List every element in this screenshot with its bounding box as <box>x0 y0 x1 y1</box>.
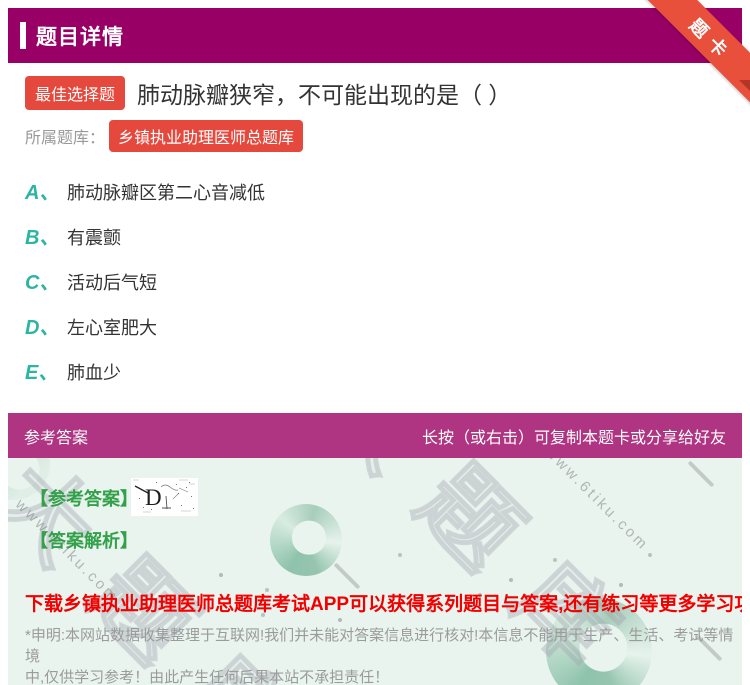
question-bank-row: 所属题库： 乡镇执业助理医师总题库 <box>25 120 304 152</box>
answer-panel: 大题库 大题库 www.6tiku.com www.6tiku.com 【参考答… <box>8 458 742 685</box>
option-c[interactable]: C、 活动后气短 <box>25 266 157 295</box>
answer-bar: 参考答案 长按（或右击）可复制本题卡或分享给好友 <box>8 413 742 458</box>
option-d-letter: D、 <box>25 317 60 339</box>
disclaimer-text: *申明:本网站数据收集整理于互联网!我们并未能对答案信息进行核对!本信息不能用于… <box>25 625 737 685</box>
option-d-text: 左心室肥大 <box>67 318 157 338</box>
option-d[interactable]: D、 左心室肥大 <box>25 311 157 340</box>
option-e-letter: E、 <box>25 362 59 384</box>
corner-ribbon: 题卡 <box>642 0 750 108</box>
option-a-text: 肺动脉瓣区第二心音减低 <box>67 183 265 203</box>
answer-value: D <box>145 485 162 510</box>
question-text: 肺动脉瓣狭窄，不可能出现的是（ ） <box>137 82 512 108</box>
watermark-slash <box>687 460 715 488</box>
option-e-text: 肺血少 <box>67 363 121 383</box>
ribbon-fold <box>739 80 750 91</box>
question-card-ribbon[interactable]: 题卡 <box>642 0 750 108</box>
question-row: 最佳选择题 肺动脉瓣狭窄，不可能出现的是（ ） <box>25 76 511 110</box>
option-b-text: 有震颤 <box>67 228 121 248</box>
option-c-text: 活动后气短 <box>67 273 157 293</box>
question-bank-label: 所属题库： <box>25 130 106 147</box>
disclaimer-line-1: *申明:本网站数据收集整理于互联网!我们并未能对答案信息进行核对!本信息不能用于… <box>25 627 734 665</box>
question-bank-link[interactable]: 乡镇执业助理医师总题库 <box>109 120 304 152</box>
option-e[interactable]: E、 肺血少 <box>25 356 121 385</box>
option-a-letter: A、 <box>25 182 60 204</box>
question-type-badge: 最佳选择题 <box>25 76 126 110</box>
watermark-url: www.6tiku.com <box>541 458 653 555</box>
watermark-slash <box>333 562 361 590</box>
disclaimer-line-2: 中,仅供学习参考！由此产生任何后果本站不承担责任！ <box>25 669 390 685</box>
page-header: 题目详情 <box>8 8 742 63</box>
option-c-letter: C、 <box>25 272 60 294</box>
answer-bar-title: 参考答案 <box>24 429 89 447</box>
app-download-promo-link[interactable]: 下载乡镇执业助理医师总题库考试APP可以获得系列题目与答案,还有练习等更多学习功… <box>25 589 742 616</box>
swirl-logo-medium <box>270 504 342 576</box>
option-b[interactable]: B、 有震颤 <box>25 221 121 250</box>
reference-answer-label: 【参考答案】 <box>30 489 138 509</box>
question-detail-page: 题目详情 题卡 最佳选择题 肺动脉瓣狭窄，不可能出现的是（ ） 所属题库： 乡镇… <box>0 0 750 685</box>
option-a[interactable]: A、 肺动脉瓣区第二心音减低 <box>25 176 265 205</box>
answer-bar-hint: 长按（或右击）可复制本题卡或分享给好友 <box>421 429 726 447</box>
answer-captcha-image: D <box>131 478 198 516</box>
option-b-letter: B、 <box>25 227 60 249</box>
header-accent-bar <box>20 22 26 49</box>
page-title: 题目详情 <box>36 25 124 49</box>
answer-analysis-label: 【答案解析】 <box>30 531 138 551</box>
